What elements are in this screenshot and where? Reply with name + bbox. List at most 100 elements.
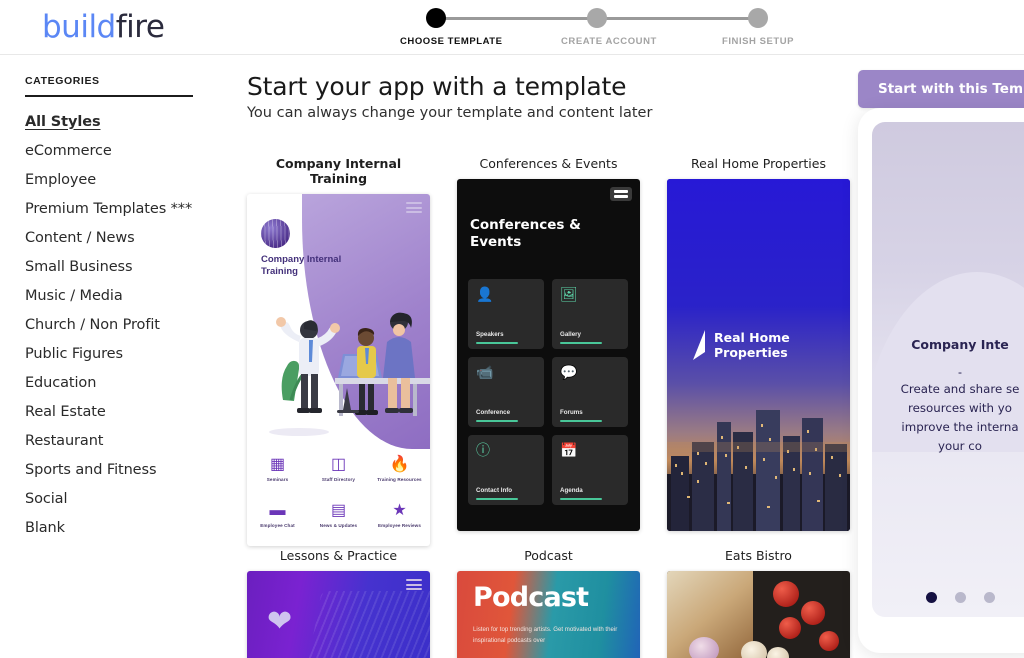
tile-agenda[interactable]: 📅 Agenda: [552, 435, 628, 505]
feature-label: Staff Directory: [321, 477, 356, 482]
tile-speakers[interactable]: 👤 Speakers: [468, 279, 544, 349]
preview-phone-screen: Company Inte - Create and share se resou…: [872, 122, 1024, 617]
onion-image: [689, 637, 719, 658]
template-card-conferences-events[interactable]: Conferences & Events Conferences & Event…: [457, 156, 640, 531]
template-card-label: Lessons & Practice: [279, 548, 398, 563]
sidebar-item-music-media[interactable]: Music / Media: [25, 281, 215, 310]
preview-body-line-4: your co: [938, 438, 982, 453]
city-skyline-image: [667, 410, 850, 531]
step-dot-2: [587, 8, 607, 28]
hamburger-menu-icon[interactable]: [406, 579, 422, 590]
tile-label: Gallery: [560, 331, 581, 338]
pagination-dot-2[interactable]: [954, 592, 966, 603]
page-subtitle: You can always change your template and …: [247, 105, 653, 121]
pagination-dot-3[interactable]: [983, 592, 995, 603]
sidebar-item-employee[interactable]: Employee: [25, 165, 215, 194]
sidebar-item-content-news[interactable]: Content / News: [25, 223, 215, 252]
template-card-label: Conferences & Events: [479, 156, 618, 171]
template-preview-frame: ❤: [247, 571, 430, 658]
progress-stepper: CHOOSE TEMPLATE CREATE ACCOUNT FINISH SE…: [400, 8, 800, 54]
start-with-this-template-button[interactable]: Start with this Template: [858, 70, 1024, 108]
feature-training-resources[interactable]: 🔥 Training Resources: [374, 456, 426, 482]
info-icon: ⓘ: [476, 442, 490, 458]
template-card-lessons-practice[interactable]: Lessons & Practice ❤: [247, 548, 430, 658]
sidebar-item-small-business[interactable]: Small Business: [25, 252, 215, 281]
buildfire-logo[interactable]: buildfire: [42, 9, 165, 45]
tile-conference[interactable]: 📹 Conference: [468, 357, 544, 427]
app-description-text: Listen for top trending artists. Get mot…: [473, 626, 618, 645]
feature-employee-chat[interactable]: ▬ Employee Chat: [252, 502, 304, 528]
flame-icon: 🔥: [389, 456, 410, 473]
feature-seminars[interactable]: ▦ Seminars: [252, 456, 304, 482]
app-feature-icons: ▦ Seminars ◫ Staff Directory 🔥 Training …: [247, 456, 430, 546]
garlic-image: [741, 641, 767, 658]
star-icon: ★: [392, 502, 407, 519]
feature-label: Employee Chat: [260, 523, 295, 528]
template-card-eats-bistro[interactable]: Eats Bistro: [667, 548, 850, 658]
list-icon: ▤: [330, 502, 347, 519]
video-camera-icon: 📹: [476, 364, 494, 380]
step-finish-setup[interactable]: FINISH SETUP: [722, 8, 794, 47]
feature-employee-reviews[interactable]: ★ Employee Reviews: [374, 502, 426, 528]
tile-underline: [476, 498, 518, 500]
feature-news-updates[interactable]: ▤ News & Updates: [313, 502, 365, 528]
sidebar-item-public-figures[interactable]: Public Figures: [25, 339, 215, 368]
step-dot-3: [748, 8, 768, 28]
sidebar-item-sports-and-fitness[interactable]: Sports and Fitness: [25, 455, 215, 484]
speech-bubble-icon: 💬: [560, 364, 578, 380]
sidebar-item-all-styles[interactable]: All Styles: [25, 107, 215, 136]
template-card-podcast[interactable]: Podcast Podcast Listen for top trending …: [457, 548, 640, 658]
book-icon: ◫: [330, 456, 347, 473]
office-illustration: [269, 312, 430, 436]
step-label-2: CREATE ACCOUNT: [561, 36, 657, 47]
hamburger-menu-icon[interactable]: [406, 202, 422, 213]
feature-label: News & Updates: [319, 523, 358, 528]
feature-label: Seminars: [266, 477, 289, 482]
tile-gallery[interactable]: 🖼 Gallery: [552, 279, 628, 349]
step-label-3: FINISH SETUP: [722, 36, 795, 47]
calendar-icon: 📅: [560, 442, 578, 458]
brand-line-2: Properties: [714, 345, 788, 360]
app-header: buildfire CHOOSE TEMPLATE CREATE ACCOUNT…: [0, 0, 1024, 55]
sidebar-item-education[interactable]: Education: [25, 368, 215, 397]
template-preview-frame: Conferences & Events 👤 Speakers 🖼 Galler…: [457, 179, 640, 531]
tile-forums[interactable]: 💬 Forums: [552, 357, 628, 427]
sidebar-item-blank[interactable]: Blank: [25, 513, 215, 542]
sidebar-item-premium-templates[interactable]: Premium Templates ***: [25, 194, 215, 223]
feature-staff-directory[interactable]: ◫ Staff Directory: [313, 456, 365, 482]
feature-label: Training Resources: [377, 477, 422, 482]
pagination-dot-1[interactable]: [925, 592, 937, 603]
step-create-account[interactable]: CREATE ACCOUNT: [561, 8, 657, 47]
brand-line-1: Real Home: [714, 330, 790, 346]
app-brand-lockup: Real Home Properties: [691, 329, 790, 363]
feature-label: Employee Reviews: [378, 523, 421, 528]
step-dot-1: [426, 8, 446, 28]
step-choose-template[interactable]: CHOOSE TEMPLATE: [400, 8, 502, 47]
app-title-text: Company Internal Training: [261, 254, 342, 277]
sidebar-divider: [25, 95, 193, 97]
preview-title-text: Company Inte: [911, 337, 1009, 352]
sidebar-item-social[interactable]: Social: [25, 484, 215, 513]
sidebar-item-restaurant[interactable]: Restaurant: [25, 426, 215, 455]
sidebar-item-real-estate[interactable]: Real Estate: [25, 397, 215, 426]
template-preview-panel: Company Inte - Create and share se resou…: [858, 108, 1024, 653]
tile-label: Forums: [560, 409, 583, 416]
chat-bubble-icon: ▬: [269, 502, 286, 519]
template-card-label: Real Home Properties: [691, 156, 826, 171]
sidebar-item-ecommerce[interactable]: eCommerce: [25, 136, 215, 165]
hamburger-menu-icon[interactable]: [610, 187, 632, 201]
sidebar-item-church-non-profit[interactable]: Church / Non Profit: [25, 310, 215, 339]
arrow-logo-icon: [693, 330, 705, 360]
app-title-text: Conferences & Events: [470, 217, 581, 251]
tile-contact-info[interactable]: ⓘ Contact Info: [468, 435, 544, 505]
preview-body-line-3: improve the interna: [901, 419, 1019, 434]
tile-label: Speakers: [476, 331, 504, 338]
tile-underline: [560, 342, 602, 344]
icon-row-2: ▬ Employee Chat ▤ News & Updates ★ Emplo…: [247, 502, 430, 528]
logo-build-text: build: [42, 9, 116, 45]
template-preview-frame: Podcast Listen for top trending artists.…: [457, 571, 640, 658]
template-card-real-home-properties[interactable]: Real Home Properties Real Home Propertie…: [667, 156, 850, 531]
template-card-company-internal-training[interactable]: Company Internal Training Company Intern…: [247, 156, 430, 546]
garlic-image: [767, 647, 789, 658]
template-preview-frame: [667, 571, 850, 658]
